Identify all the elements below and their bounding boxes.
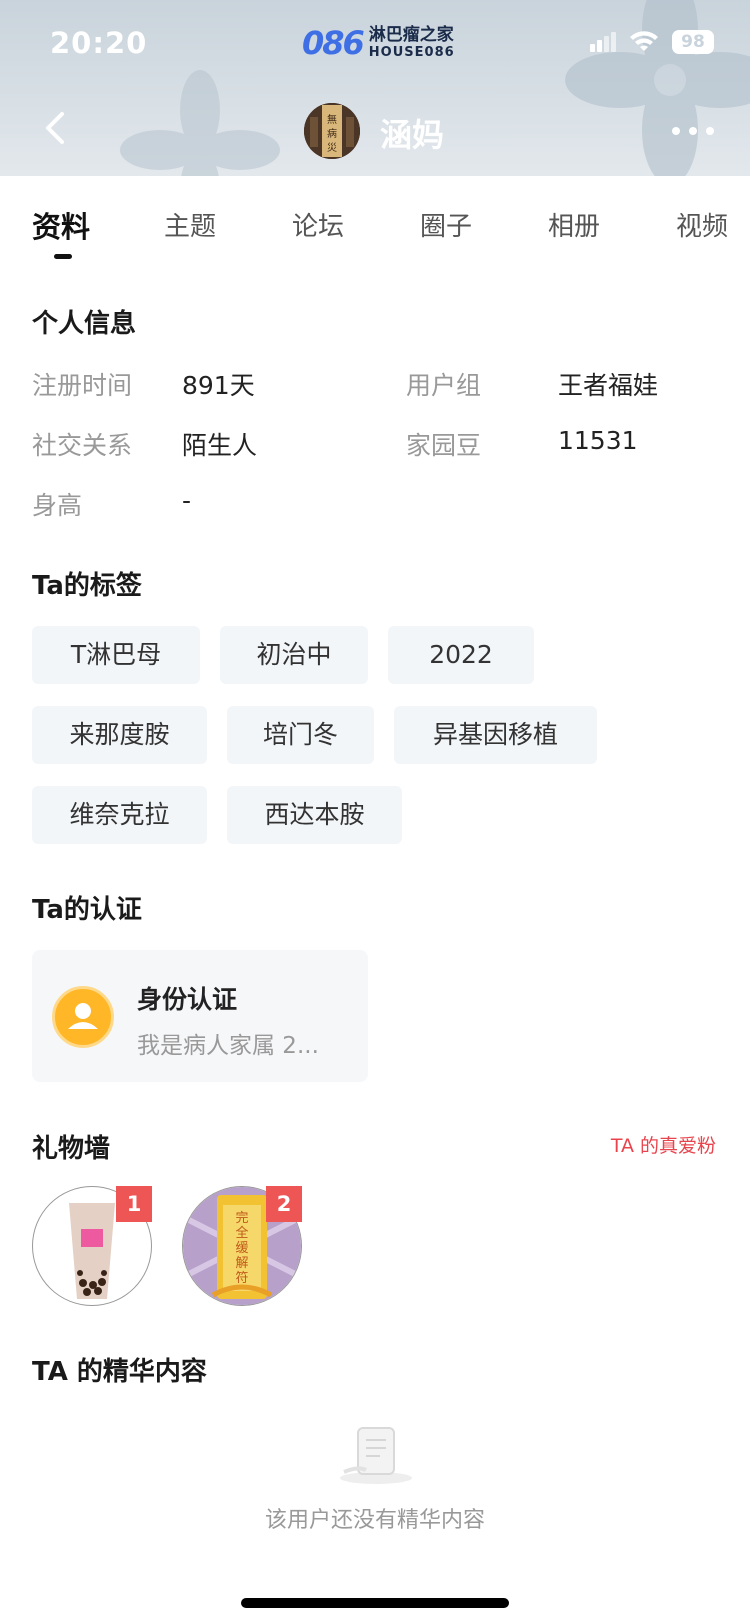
avatar[interactable]: 無 病 災 bbox=[304, 103, 360, 159]
profile-header: 20:20 086 淋巴瘤之家 HOUSE086 98 無 病 災 涵妈 bbox=[0, 0, 750, 176]
gift-rank-badge: 1 bbox=[116, 1186, 152, 1222]
true-fans-link[interactable]: TA 的真爱粉 bbox=[611, 1131, 716, 1158]
tag-item[interactable]: 异基因移植 bbox=[394, 706, 597, 764]
back-icon[interactable] bbox=[38, 110, 74, 146]
certification-title: Ta的认证 bbox=[32, 895, 142, 925]
signal-icon bbox=[590, 32, 616, 52]
empty-document-icon bbox=[340, 1427, 412, 1484]
svg-text:病: 病 bbox=[327, 127, 337, 140]
reg-time-value: 891天 bbox=[182, 371, 255, 400]
social-value: 陌生人 bbox=[182, 431, 258, 460]
logo-mark: 086 bbox=[302, 24, 365, 62]
cert-title: 身份认证 bbox=[137, 985, 238, 1014]
wifi-icon bbox=[630, 31, 658, 51]
social-label: 社交关系 bbox=[32, 431, 133, 460]
home-indicator[interactable] bbox=[241, 1598, 509, 1608]
flower-decoration bbox=[120, 70, 280, 176]
svg-text:災: 災 bbox=[327, 142, 337, 154]
gift-rank-badge: 2 bbox=[266, 1186, 302, 1222]
tab-videos[interactable]: 视频 bbox=[676, 206, 728, 243]
active-tab-indicator bbox=[54, 254, 72, 259]
height-label: 身高 bbox=[32, 491, 83, 520]
personal-info-title: 个人信息 bbox=[32, 309, 137, 339]
nickname: 涵妈 bbox=[380, 116, 445, 154]
identity-cert-card[interactable]: 身份认证 我是病人家属 2... bbox=[32, 950, 368, 1082]
tab-circles[interactable]: 圈子 bbox=[420, 206, 472, 243]
logo-name-cn: 淋巴瘤之家 bbox=[368, 25, 454, 45]
more-icon[interactable] bbox=[672, 127, 714, 135]
empty-featured-text: 该用户还没有精华内容 bbox=[264, 1508, 485, 1533]
beans-label: 家园豆 bbox=[406, 431, 482, 460]
logo-name-en: HOUSE086 bbox=[368, 45, 455, 60]
flower-decoration bbox=[565, 0, 750, 176]
gift-wall-title: 礼物墙 bbox=[32, 1134, 111, 1164]
gift-amulet-text: 完全缓解符 bbox=[235, 1211, 249, 1286]
app-logo: 086 淋巴瘤之家 HOUSE086 bbox=[302, 24, 455, 62]
tab-topics[interactable]: 主题 bbox=[164, 206, 216, 243]
tab-profile[interactable]: 资料 bbox=[32, 204, 90, 246]
status-icons: 98 bbox=[590, 30, 714, 54]
tag-item[interactable]: 来那度胺 bbox=[32, 706, 207, 764]
tag-item[interactable]: 2022 bbox=[388, 626, 534, 684]
tag-item[interactable]: 维奈克拉 bbox=[32, 786, 207, 844]
tags-title: Ta的标签 bbox=[32, 571, 142, 601]
user-icon bbox=[52, 986, 114, 1048]
status-time: 20:20 bbox=[50, 26, 148, 60]
tab-albums[interactable]: 相册 bbox=[548, 206, 600, 243]
user-group-label: 用户组 bbox=[406, 371, 482, 400]
height-value: - bbox=[182, 486, 192, 515]
reg-time-label: 注册时间 bbox=[32, 371, 133, 400]
battery-icon: 98 bbox=[672, 30, 714, 54]
tag-item[interactable]: T淋巴母 bbox=[32, 626, 200, 684]
tab-forum[interactable]: 论坛 bbox=[292, 206, 344, 243]
tag-item[interactable]: 西达本胺 bbox=[227, 786, 402, 844]
svg-text:無: 無 bbox=[327, 113, 337, 126]
beans-value: 11531 bbox=[558, 426, 638, 455]
featured-title: TA 的精华内容 bbox=[32, 1357, 207, 1387]
user-group-value: 王者福娃 bbox=[558, 371, 659, 400]
cert-description: 我是病人家属 2... bbox=[137, 1033, 319, 1059]
profile-tabs: 资料 主题 论坛 圈子 相册 视频 bbox=[0, 176, 750, 259]
tag-item[interactable]: 培门冬 bbox=[227, 706, 374, 764]
tag-item[interactable]: 初治中 bbox=[220, 626, 368, 684]
